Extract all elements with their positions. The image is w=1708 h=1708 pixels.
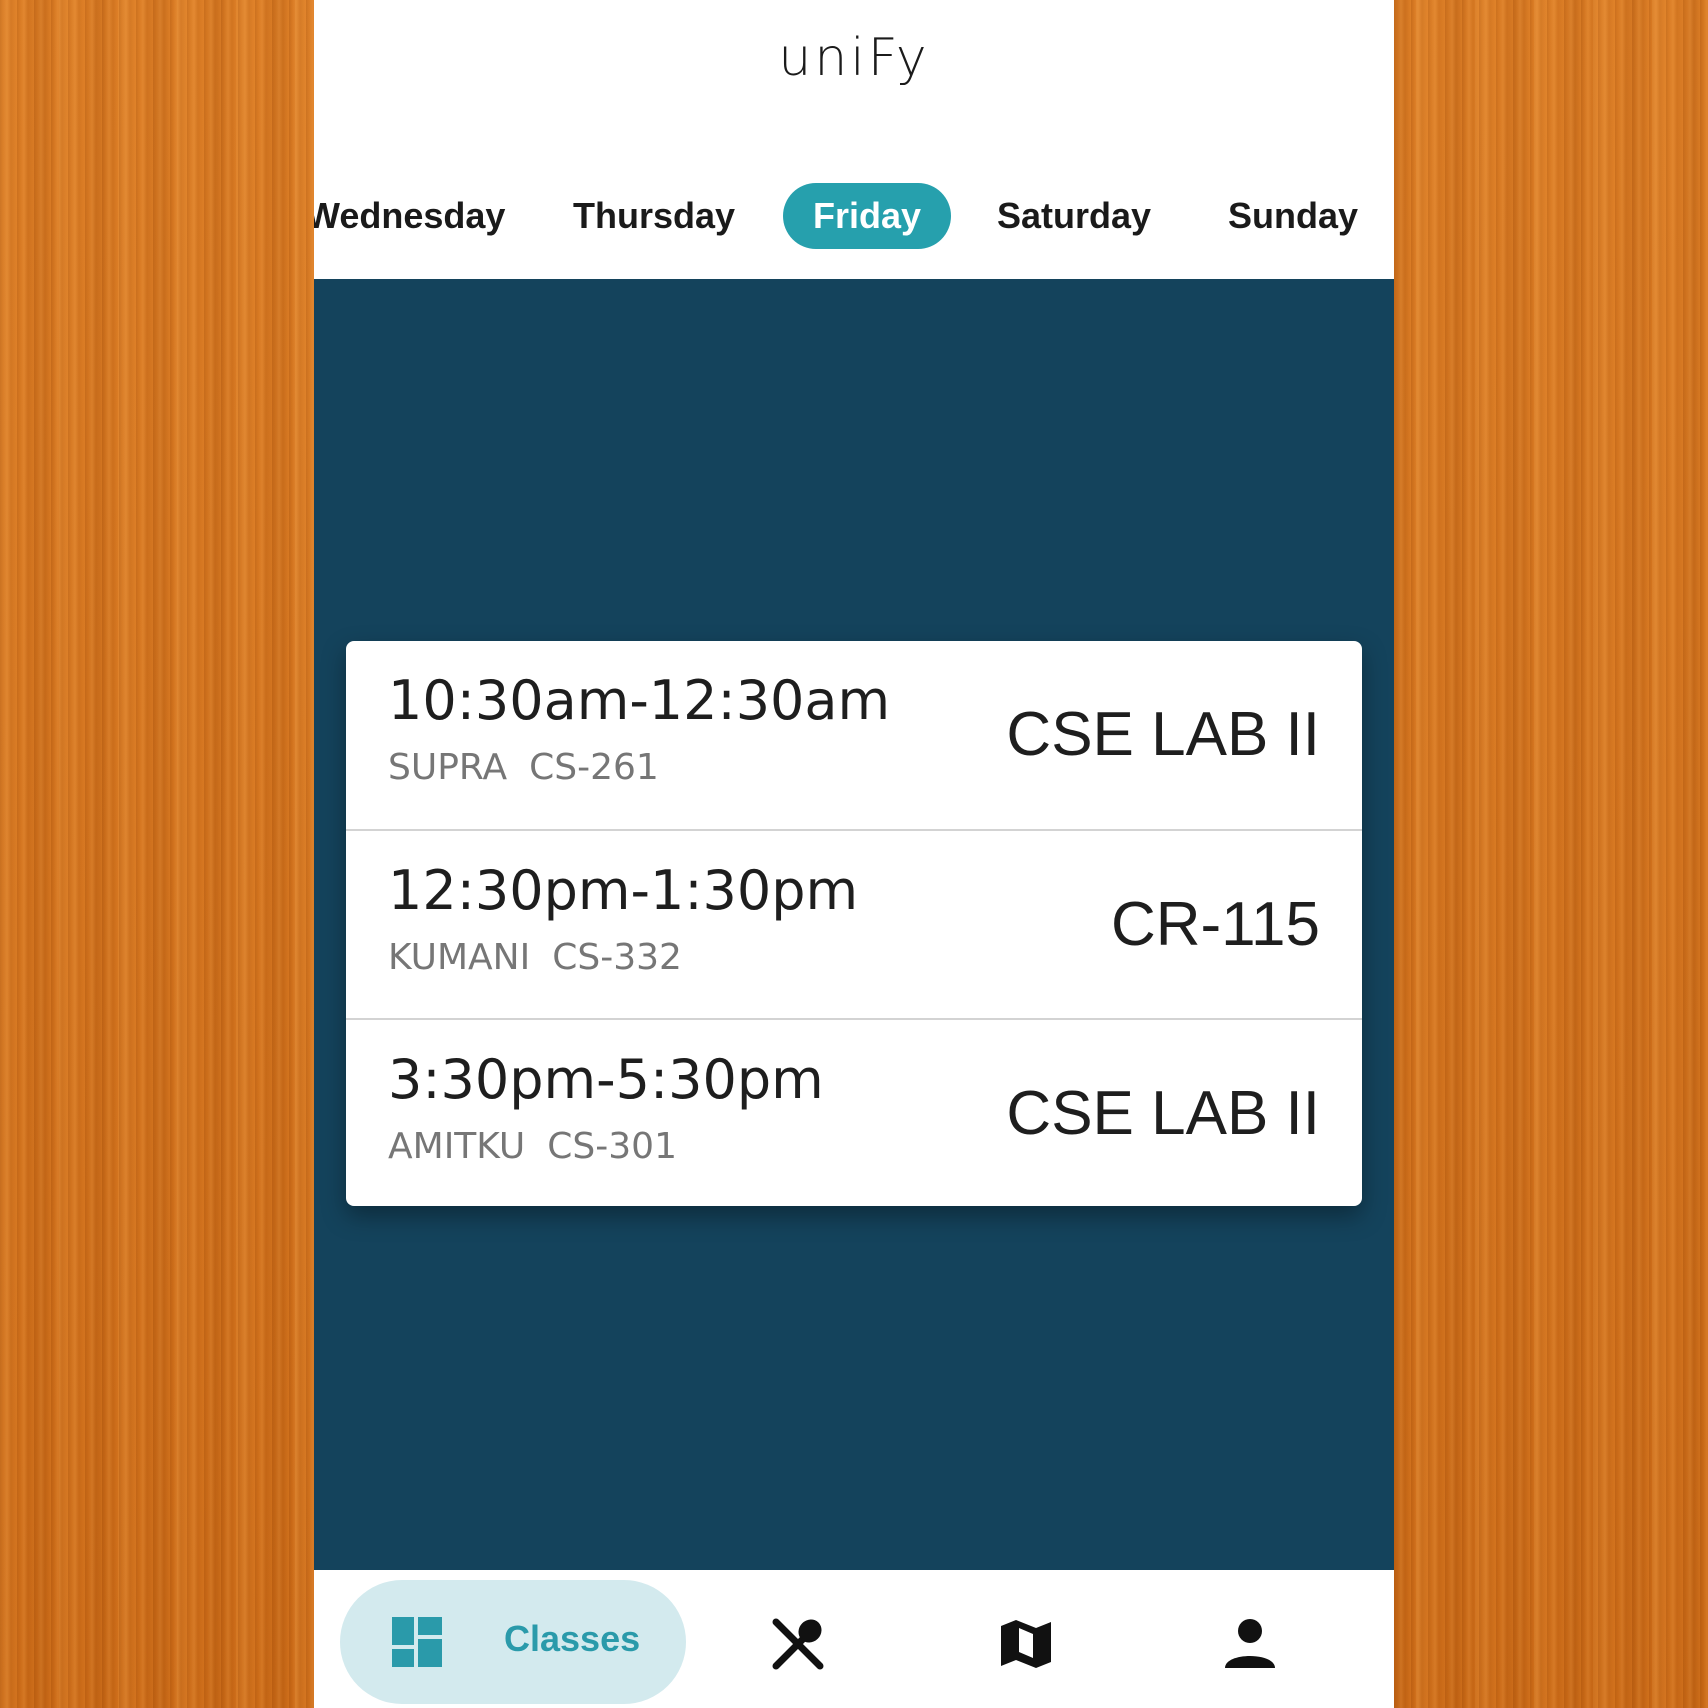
class-time: 10:30am-12:30am bbox=[388, 669, 891, 732]
app-window: uniFy Wednesday Thursday Friday Saturday… bbox=[314, 0, 1394, 1708]
tab-friday[interactable]: Friday bbox=[783, 183, 952, 249]
class-meta: KUMANI CS-332 bbox=[388, 937, 682, 978]
schedule-area: 10:30am-12:30am SUPRA CS-261 CSE LAB II 1… bbox=[314, 279, 1394, 1570]
class-row[interactable]: 12:30pm-1:30pm KUMANI CS-332 CR-115 bbox=[346, 829, 1362, 1019]
nav-classes-label: Classes bbox=[504, 1618, 641, 1659]
day-tabs: Wednesday Thursday Friday Saturday Sunda… bbox=[314, 183, 1394, 249]
class-course: CS-261 bbox=[529, 747, 659, 788]
class-room: CR-115 bbox=[1110, 890, 1320, 959]
class-instructor: KUMANI bbox=[388, 937, 531, 978]
class-time: 12:30pm-1:30pm bbox=[388, 859, 859, 922]
schedule-card: 10:30am-12:30am SUPRA CS-261 CSE LAB II 1… bbox=[346, 641, 1362, 1206]
bottom-navigation: Classes bbox=[314, 1570, 1394, 1708]
tab-saturday[interactable]: Saturday bbox=[997, 183, 1151, 249]
class-course: CS-332 bbox=[552, 937, 682, 978]
class-course: CS-301 bbox=[547, 1126, 677, 1167]
class-meta: SUPRA CS-261 bbox=[388, 747, 659, 788]
class-time: 3:30pm-5:30pm bbox=[388, 1048, 824, 1111]
class-instructor: SUPRA bbox=[388, 747, 508, 788]
nav-classes-button[interactable]: Classes bbox=[340, 1580, 686, 1704]
class-room: CSE LAB II bbox=[1006, 700, 1320, 769]
person-icon[interactable] bbox=[1222, 1616, 1278, 1672]
class-instructor: AMITKU bbox=[388, 1126, 526, 1167]
class-row[interactable]: 3:30pm-5:30pm AMITKU CS-301 CSE LAB II bbox=[346, 1018, 1362, 1206]
class-meta: AMITKU CS-301 bbox=[388, 1126, 677, 1167]
app-title: uniFy bbox=[778, 28, 930, 88]
dashboard-icon bbox=[392, 1617, 442, 1672]
map-icon[interactable] bbox=[998, 1616, 1054, 1672]
restaurant-icon[interactable] bbox=[770, 1616, 826, 1672]
tab-thursday[interactable]: Thursday bbox=[573, 183, 735, 249]
tab-sunday[interactable]: Sunday bbox=[1228, 183, 1358, 249]
tab-wednesday[interactable]: Wednesday bbox=[314, 183, 505, 249]
class-row[interactable]: 10:30am-12:30am SUPRA CS-261 CSE LAB II bbox=[346, 641, 1362, 829]
class-room: CSE LAB II bbox=[1006, 1079, 1320, 1148]
